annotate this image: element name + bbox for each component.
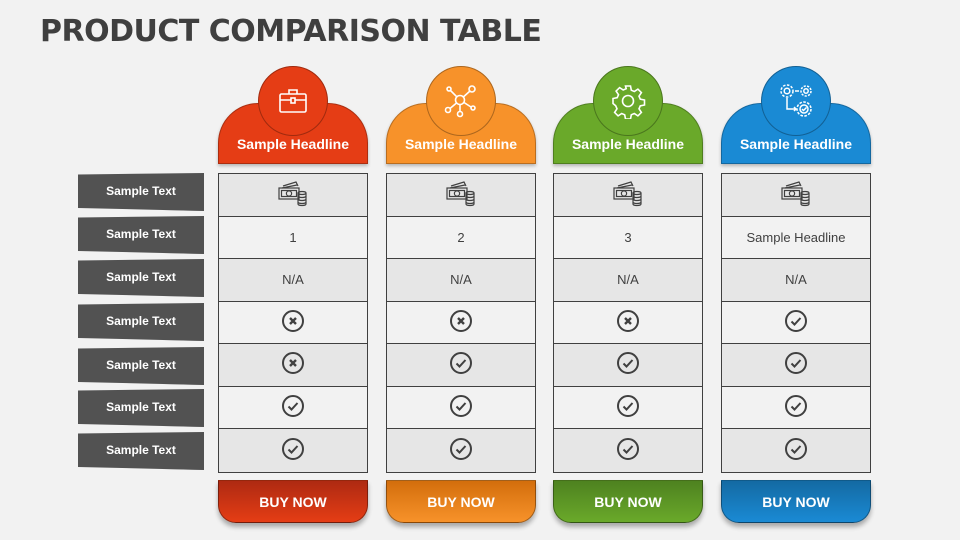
- table-cell: 2: [387, 216, 535, 259]
- table-cell: [387, 344, 535, 387]
- column-header: Sample Headline: [218, 66, 368, 166]
- column-header: Sample Headline: [721, 66, 871, 166]
- column-cells: 1 N/A: [218, 173, 368, 473]
- cell-value: N/A: [282, 272, 304, 288]
- table-cell: [219, 344, 367, 387]
- x-circle-icon: [616, 309, 640, 336]
- check-circle-icon: [281, 394, 305, 421]
- table-cell: [554, 344, 702, 387]
- table-cell: N/A: [554, 259, 702, 302]
- column-cells: Sample Headline N/A: [721, 173, 871, 473]
- header-icon-circle: [761, 66, 831, 136]
- table-cell: [219, 386, 367, 429]
- product-column-1: Sample Headline 1 N/A BUY NOW: [218, 66, 368, 523]
- table-cell: N/A: [387, 259, 535, 302]
- table-cell: [387, 301, 535, 344]
- check-circle-icon: [784, 309, 808, 336]
- cell-value: N/A: [450, 272, 472, 288]
- check-circle-icon: [281, 437, 305, 464]
- row-label: Sample Text: [78, 347, 204, 385]
- table-cell: N/A: [722, 259, 870, 302]
- check-circle-icon: [449, 394, 473, 421]
- table-cell: [219, 429, 367, 472]
- column-headline: Sample Headline: [739, 136, 853, 152]
- money-icon: [445, 178, 477, 211]
- check-circle-icon: [616, 351, 640, 378]
- table-cell: [722, 386, 870, 429]
- header-icon-circle: [426, 66, 496, 136]
- buy-now-button[interactable]: BUY NOW: [218, 480, 368, 523]
- x-circle-icon: [449, 309, 473, 336]
- check-circle-icon: [616, 437, 640, 464]
- table-cell: [722, 429, 870, 472]
- column-headline: Sample Headline: [236, 136, 350, 152]
- buy-now-button[interactable]: BUY NOW: [721, 480, 871, 523]
- table-cell: [722, 174, 870, 217]
- table-cell: N/A: [219, 259, 367, 302]
- column-header: Sample Headline: [386, 66, 536, 166]
- money-icon: [780, 178, 812, 211]
- product-column-3: Sample Headline 3 N/A BUY NOW: [553, 66, 703, 523]
- money-icon: [612, 178, 644, 211]
- check-circle-icon: [784, 394, 808, 421]
- check-circle-icon: [784, 351, 808, 378]
- product-column-4: Sample Headline Sample Headline N/A BUY N…: [721, 66, 871, 523]
- check-circle-icon: [784, 437, 808, 464]
- column-cells: 3 N/A: [553, 173, 703, 473]
- table-cell: [554, 301, 702, 344]
- cell-value: 2: [457, 229, 465, 245]
- cell-value: N/A: [617, 272, 639, 288]
- column-headline: Sample Headline: [571, 136, 685, 152]
- header-icon-circle: [258, 66, 328, 136]
- process-gears-icon: [776, 81, 816, 121]
- table-cell: [387, 386, 535, 429]
- table-cell: [387, 174, 535, 217]
- check-circle-icon: [616, 394, 640, 421]
- column-headline: Sample Headline: [404, 136, 518, 152]
- check-circle-icon: [449, 437, 473, 464]
- row-label: Sample Text: [78, 432, 204, 470]
- header-icon-circle: [593, 66, 663, 136]
- buy-now-button[interactable]: BUY NOW: [553, 480, 703, 523]
- row-label: Sample Text: [78, 389, 204, 427]
- cell-value: 3: [624, 229, 632, 245]
- product-column-2: Sample Headline 2 N/A BUY NOW: [386, 66, 536, 523]
- money-icon: [277, 178, 309, 211]
- cell-value: N/A: [785, 272, 807, 288]
- table-cell: [387, 429, 535, 472]
- table-cell: [722, 344, 870, 387]
- table-cell: [554, 429, 702, 472]
- check-circle-icon: [449, 351, 473, 378]
- column-cells: 2 N/A: [386, 173, 536, 473]
- table-cell: 1: [219, 216, 367, 259]
- row-label: Sample Text: [78, 259, 204, 297]
- table-cell: [554, 386, 702, 429]
- x-circle-icon: [281, 351, 305, 378]
- cell-value: 1: [289, 229, 297, 245]
- table-cell: [554, 174, 702, 217]
- table-cell: [722, 301, 870, 344]
- column-header: Sample Headline: [553, 66, 703, 166]
- table-cell: 3: [554, 216, 702, 259]
- buy-now-button[interactable]: BUY NOW: [386, 480, 536, 523]
- row-label: Sample Text: [78, 216, 204, 254]
- table-cell: [219, 174, 367, 217]
- page-title: PRODUCT COMPARISON TABLE: [40, 14, 542, 49]
- briefcase-icon: [276, 84, 310, 118]
- cell-value: Sample Headline: [746, 229, 846, 245]
- table-cell: [219, 301, 367, 344]
- network-icon: [443, 83, 479, 119]
- table-cell: Sample Headline: [722, 216, 870, 259]
- x-circle-icon: [281, 309, 305, 336]
- gear-icon: [610, 83, 646, 119]
- row-label: Sample Text: [78, 303, 204, 341]
- row-label: Sample Text: [78, 173, 204, 211]
